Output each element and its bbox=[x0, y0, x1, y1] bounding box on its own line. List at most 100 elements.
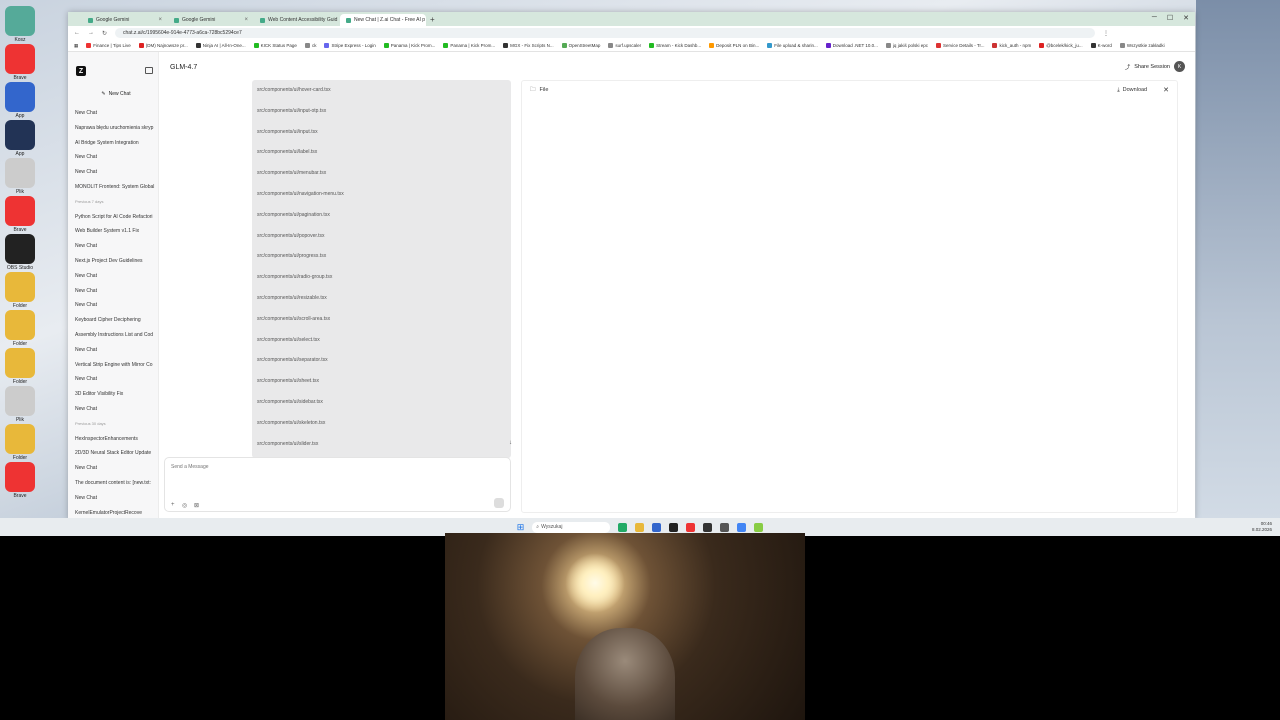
bookmark[interactable]: ck bbox=[304, 43, 316, 48]
bookmark[interactable]: OpenStreetMap bbox=[561, 43, 600, 48]
desktop-app-icon[interactable] bbox=[5, 310, 35, 340]
reload-icon[interactable]: ↻ bbox=[102, 30, 107, 37]
history-item[interactable]: New Chat bbox=[75, 239, 158, 254]
history-item[interactable]: Web Builder System v1.1 Fix bbox=[75, 224, 158, 239]
history-item[interactable]: New Chat bbox=[75, 372, 158, 387]
url-input[interactable]: chat.z.ai/c/1995604e-914e-4773-a6ca-728b… bbox=[115, 28, 1096, 38]
bookmark[interactable]: Wszystkie zakładki bbox=[1119, 43, 1165, 48]
terminal-icon[interactable] bbox=[703, 522, 713, 532]
file-list-item[interactable]: src/components/ui/hover-card.tsx bbox=[252, 80, 511, 101]
new-chat-button[interactable]: ✎ New Chat bbox=[76, 88, 156, 100]
file-list-item[interactable]: src/components/ui/popover.tsx bbox=[252, 226, 511, 247]
bookmark[interactable]: Service Details - Tr... bbox=[935, 43, 984, 48]
close-tab-icon[interactable]: × bbox=[244, 17, 248, 23]
apps-icon[interactable]: ▦ bbox=[74, 43, 78, 49]
desktop-app-icon[interactable] bbox=[5, 272, 35, 302]
file-list-item[interactable]: src/components/ui/separator.tsx bbox=[252, 350, 511, 371]
history-item[interactable]: AI Bridge System Integration bbox=[75, 136, 158, 151]
start-icon[interactable]: ⊞ bbox=[517, 522, 525, 533]
taskbar-app-icon[interactable] bbox=[720, 522, 730, 532]
history-item[interactable]: New Chat bbox=[75, 491, 158, 506]
history-item[interactable]: 2D/3D Neural Stack Editor Update bbox=[75, 446, 158, 461]
download-button[interactable]: ⤓ Download bbox=[1117, 87, 1147, 94]
tab[interactable]: New Chat | Z.ai Chat - Free AI p× bbox=[340, 14, 426, 26]
history-item[interactable]: 3D Editor Visibility Fix bbox=[75, 387, 158, 402]
new-tab-button[interactable]: + bbox=[430, 14, 435, 26]
file-list-item[interactable]: src/components/ui/input-otp.tsx bbox=[252, 101, 511, 122]
tab[interactable]: Web Content Accessibility Guid× bbox=[254, 14, 340, 26]
file-list-item[interactable]: src/components/ui/input.tsx bbox=[252, 122, 511, 143]
file-list-item[interactable]: src/components/ui/radio-group.tsx bbox=[252, 267, 511, 288]
file-list-item[interactable]: src/components/ui/navigation-menu.tsx bbox=[252, 184, 511, 205]
tools-icon[interactable]: ⊠ bbox=[194, 502, 199, 509]
maximize-icon[interactable]: ☐ bbox=[1167, 14, 1173, 22]
bookmark[interactable]: Panama | Kick Prom... bbox=[383, 43, 435, 48]
share-session-button[interactable]: Share Session bbox=[1134, 64, 1170, 70]
desktop-app-icon[interactable] bbox=[5, 120, 35, 150]
bookmark[interactable]: Ninja AI | All-In-One... bbox=[195, 43, 246, 48]
tab[interactable]: Google Gemini × bbox=[82, 14, 168, 26]
file-list-item[interactable]: src/components/ui/menubar.tsx bbox=[252, 163, 511, 184]
file-list-item[interactable]: src/components/ui/sidebar.tsx bbox=[252, 392, 511, 413]
folder-icon[interactable] bbox=[635, 522, 645, 532]
desktop-app-icon[interactable] bbox=[5, 158, 35, 188]
close-icon[interactable]: ✕ bbox=[1183, 14, 1189, 22]
forward-icon[interactable]: → bbox=[88, 30, 94, 36]
globe-icon[interactable]: ◎ bbox=[182, 502, 187, 509]
close-panel-icon[interactable]: ✕ bbox=[1163, 86, 1169, 94]
bookmark[interactable]: (DM) Najnowsze pr... bbox=[138, 43, 188, 48]
extensions-icon[interactable]: ⋮ bbox=[1103, 30, 1109, 37]
tab[interactable]: Google Gemini × bbox=[168, 14, 254, 26]
history-item[interactable]: Naprawa błędu uruchomienia skryp bbox=[75, 121, 158, 136]
history-item[interactable]: The document content is: [new.txt: bbox=[75, 476, 158, 491]
send-button[interactable] bbox=[494, 498, 504, 508]
back-icon[interactable]: ← bbox=[74, 30, 80, 36]
bookmark[interactable]: Finance | Tips Live bbox=[86, 43, 131, 48]
history-item[interactable]: New Chat bbox=[75, 165, 158, 180]
history-item[interactable]: Python Script for AI Code Refactori bbox=[75, 210, 158, 225]
logo[interactable]: Z bbox=[76, 66, 86, 76]
history-item[interactable]: Next.js Project Dev Guidelines bbox=[75, 254, 158, 269]
bookmark[interactable]: K-word bbox=[1090, 43, 1112, 48]
history-item[interactable]: Vertical Strip Engine with Mirror Co bbox=[75, 358, 158, 373]
bookmark[interactable]: @bcelek/kick_ju... bbox=[1039, 43, 1083, 48]
bookmark[interactable]: KICK Status Page bbox=[253, 43, 297, 48]
history-item[interactable]: New Chat bbox=[75, 298, 158, 313]
brave-icon[interactable] bbox=[686, 522, 696, 532]
history-item[interactable]: New Chat bbox=[75, 106, 158, 121]
history-item[interactable]: Assembly Instructions List and Cod bbox=[75, 328, 158, 343]
desktop-app-icon[interactable] bbox=[5, 348, 35, 378]
chrome-icon[interactable] bbox=[737, 522, 747, 532]
desktop-app-icon[interactable] bbox=[5, 386, 35, 416]
history-item[interactable]: New Chat bbox=[75, 402, 158, 417]
file-list-item[interactable]: src/components/ui/label.tsx bbox=[252, 142, 511, 163]
obs-icon[interactable] bbox=[669, 522, 679, 532]
taskbar-search[interactable]: ⌕ Wyszukaj bbox=[532, 521, 611, 533]
history-item[interactable]: New Chat bbox=[75, 343, 158, 358]
close-tab-icon[interactable]: × bbox=[158, 17, 162, 23]
file-list-item[interactable]: src/components/ui/slider.tsx bbox=[252, 434, 511, 455]
file-list-item[interactable]: src/components/ui/select.tsx bbox=[252, 330, 511, 351]
file-list-item[interactable]: src/components/ui/scroll-area.tsx bbox=[252, 309, 511, 330]
bookmark[interactable]: Deposit PLN on Bin... bbox=[709, 43, 759, 48]
bookmark[interactable]: File upload & sharin... bbox=[767, 43, 818, 48]
plus-icon[interactable]: + bbox=[171, 502, 175, 508]
taskbar-app-icon[interactable] bbox=[652, 522, 662, 532]
history-item[interactable]: New Chat bbox=[75, 284, 158, 299]
desktop-app-icon[interactable] bbox=[5, 44, 35, 74]
bookmark[interactable]: Stream - Kick Dashb... bbox=[649, 43, 701, 48]
bookmark[interactable]: Panama | Kick Prom... bbox=[443, 43, 495, 48]
clock[interactable]: 00:46 8.02.2026 bbox=[1252, 521, 1272, 533]
bookmark[interactable]: MGX - Fix Scripts N... bbox=[503, 43, 554, 48]
history-item[interactable]: Keyboard Cipher Deciphering bbox=[75, 313, 158, 328]
file-list-item[interactable]: src/components/ui/resizable.tsx bbox=[252, 288, 511, 309]
desktop-app-icon[interactable] bbox=[5, 6, 35, 36]
desktop-app-icon[interactable] bbox=[5, 196, 35, 226]
desktop-app-icon[interactable] bbox=[5, 234, 35, 264]
sidebar-toggle-icon[interactable] bbox=[145, 67, 153, 74]
history-item[interactable]: New Chat bbox=[75, 269, 158, 284]
history-item[interactable]: New Chat bbox=[75, 150, 158, 165]
desktop-app-icon[interactable] bbox=[5, 424, 35, 454]
bookmark[interactable]: kick_auth - npm bbox=[992, 43, 1031, 48]
file-list-item[interactable]: src/components/ui/pagination.tsx bbox=[252, 205, 511, 226]
